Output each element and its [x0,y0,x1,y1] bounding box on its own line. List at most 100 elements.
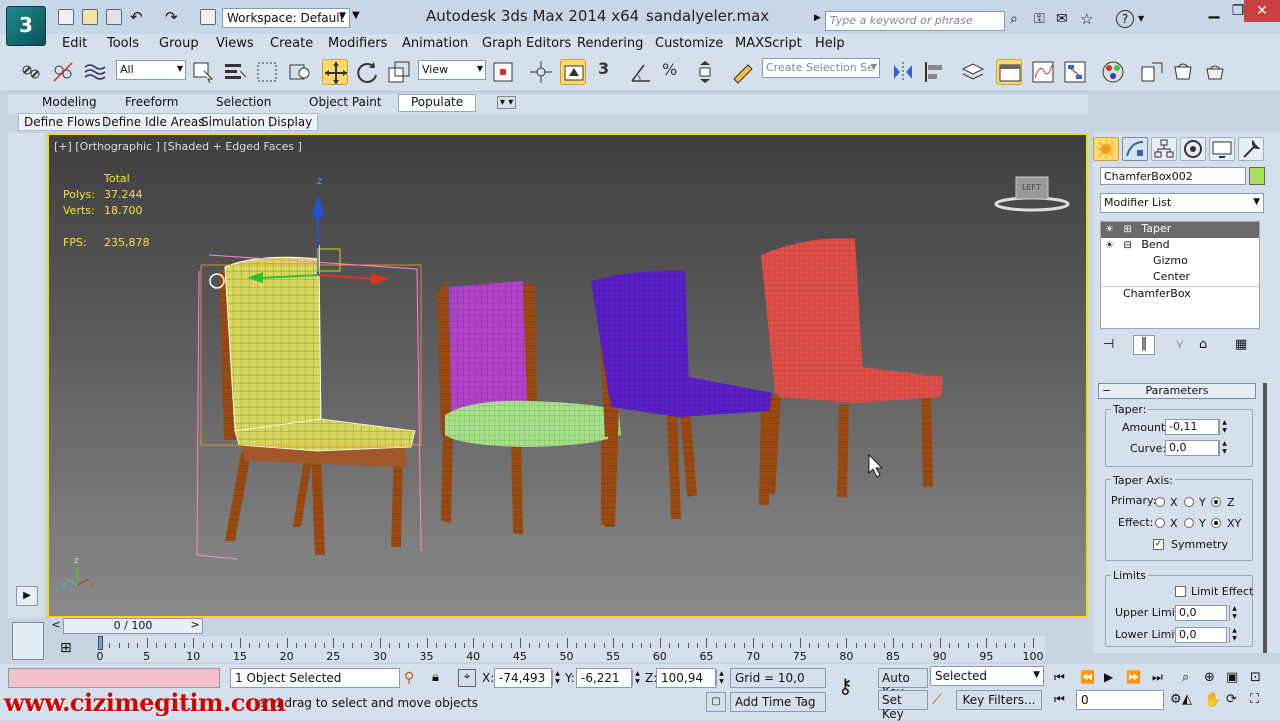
y-coordinate-spinner[interactable]: ▲ ▼ [632,670,642,686]
help-dropdown-icon[interactable]: ▼ [1138,14,1144,23]
x-coordinate-spinner[interactable]: ▲ ▼ [552,670,562,686]
maximize-viewport-icon[interactable]: ⛶ [1250,692,1259,707]
rectangle-selection-icon[interactable] [254,59,280,85]
primary-x-radio[interactable] [1155,497,1165,507]
tab-object-paint[interactable]: Object Paint [309,95,382,109]
new-file-icon[interactable] [58,9,74,25]
menu-create[interactable]: Create [270,36,313,51]
timeline-next-button[interactable]: > [188,618,202,634]
create-tab-icon[interactable] [1093,137,1119,161]
angle-snap-icon[interactable] [628,59,654,85]
stack-item-taper[interactable]: ☀ ⊞ Taper [1101,222,1259,238]
undo-icon[interactable]: ↶ [130,8,143,26]
goto-start-icon[interactable]: ⏮ [1054,670,1065,685]
mirror-icon[interactable] [890,59,916,85]
binoculars-icon[interactable]: ⌕ [1010,11,1018,27]
select-and-move-icon[interactable] [322,59,348,85]
toolbar-options-icon[interactable]: ▼ [352,10,360,21]
amount-field[interactable]: -0,11 [1165,419,1219,435]
chair-2[interactable] [437,281,621,535]
menu-modifiers[interactable]: Modifiers [328,36,387,51]
chair-4[interactable] [761,238,943,497]
display-tab-icon[interactable] [1209,137,1235,161]
motion-tab-icon[interactable] [1180,137,1206,161]
render-setup-icon[interactable] [1138,59,1164,85]
subtab-simulation[interactable]: Simulation [196,115,271,129]
pivot-center-icon[interactable] [490,59,516,85]
object-name-field[interactable]: ChamferBox002 [1100,167,1246,185]
align-icon[interactable] [922,59,948,85]
time-config-icon[interactable]: ⚙ [1170,692,1182,707]
unlink-icon[interactable] [50,59,76,85]
search-expand-icon[interactable]: ▶ [814,13,821,23]
menu-help[interactable]: Help [815,36,845,51]
effect-x-radio[interactable] [1155,518,1165,528]
percent-snap-icon[interactable]: % [662,60,677,79]
goto-end-icon[interactable]: ⏭ [1152,670,1163,685]
pan-hand-icon[interactable]: ✋ [1204,692,1221,708]
panel-scrollbar[interactable] [1263,383,1267,653]
time-slider[interactable]: 0 / 100 [63,618,203,634]
spinner-snap-icon[interactable] [692,59,718,85]
prev-frame-icon[interactable]: ⏪ [1080,670,1095,684]
lock-selection-icon[interactable]: 🔒︎ [432,670,439,685]
expand-plus-icon[interactable]: ⊞ [1123,224,1131,235]
key-icon[interactable]: ⚷ [838,674,853,698]
make-unique-icon[interactable]: ⋎ [1175,337,1185,352]
light-bulb-icon[interactable]: ☀ [1105,224,1114,235]
light-bulb-icon[interactable]: ☀ [1105,240,1114,251]
isolate-selection-icon[interactable]: ⚲ [404,670,414,686]
chair-1-selected[interactable] [196,245,422,560]
menu-tools[interactable]: Tools [107,36,139,51]
limit-effect-checkbox[interactable] [1175,586,1186,597]
redo-icon[interactable]: ↷ [165,8,178,26]
scene-explorer-icon[interactable] [996,59,1022,85]
key-mode-toggle-icon[interactable]: ⏮ [1054,692,1065,707]
menu-customize[interactable]: Customize [655,36,723,51]
workspace-dropdown[interactable]: Workspace: Default ▼ [222,8,350,28]
subtab-define-idle-areas[interactable]: Define Idle Areas [97,115,211,129]
y-coordinate-field[interactable]: -6,221 [576,668,632,688]
remove-modifier-icon[interactable]: ⌂ [1199,337,1207,352]
close-icon[interactable]: ✕ [1244,0,1280,22]
modify-tab-icon[interactable] [1122,137,1148,161]
upper-limit-spinner[interactable]: ▲ ▼ [1229,605,1239,621]
subscription-icon[interactable]: ⚿ [1034,11,1045,27]
absolute-mode-icon[interactable]: ⌖ [458,669,476,687]
subtab-define-flows[interactable]: Define Flows [19,115,107,129]
zoom-extents-all-icon[interactable]: ⊡ [1250,670,1261,685]
key-mode-dropdown[interactable]: Selected ▼ [930,666,1044,686]
show-end-result-icon[interactable]: ‖ [1133,335,1155,355]
time-marker[interactable] [98,636,103,650]
curve-editor-icon[interactable] [1030,59,1056,85]
save-file-icon[interactable] [106,9,122,25]
search-input[interactable]: Type a keyword or phrase [825,11,1005,31]
selection-filter-dropdown[interactable]: All ▼ [116,60,186,80]
tab-freeform[interactable]: Freeform [125,95,178,109]
ribbon-options-icon[interactable]: ▾ ▾ [497,96,517,109]
add-time-tag-button[interactable]: Add Time Tag [730,692,826,712]
stack-item-chamferbox[interactable]: ChamferBox [1101,286,1259,302]
render-frame-icon[interactable] [1170,59,1196,85]
open-file-icon[interactable] [82,9,98,25]
material-editor-icon[interactable] [1100,59,1126,85]
chair-3[interactable] [591,270,773,527]
z-coordinate-field[interactable]: 100,94 [656,668,716,688]
select-object-icon[interactable] [190,59,216,85]
bind-space-warp-icon[interactable] [82,59,108,85]
named-selection-dropdown[interactable]: Create Selection Se ▼ [762,58,880,78]
orbit-icon[interactable]: ⟳ [1226,692,1237,707]
schematic-view-icon[interactable] [1062,59,1088,85]
set-key-button[interactable]: Set Key [878,690,928,721]
amount-spinner[interactable]: ▲ ▼ [1219,419,1229,435]
auto-key-button[interactable]: Auto Key [878,668,928,699]
viewport-layout-expand-icon[interactable]: ▶ [16,586,38,606]
scene-chairs[interactable]: z z x y [49,135,1086,616]
maxscript-listener[interactable] [8,668,220,688]
default-in-out-tangent-icon[interactable]: ⟋ [932,692,942,708]
link-icon[interactable] [18,59,44,85]
manipulate-icon[interactable] [528,59,554,85]
window-crossing-icon[interactable] [286,59,312,85]
z-coordinate-spinner[interactable]: ▲ ▼ [716,670,726,686]
stack-item-bend[interactable]: ☀ ⊟ Bend [1101,238,1259,254]
